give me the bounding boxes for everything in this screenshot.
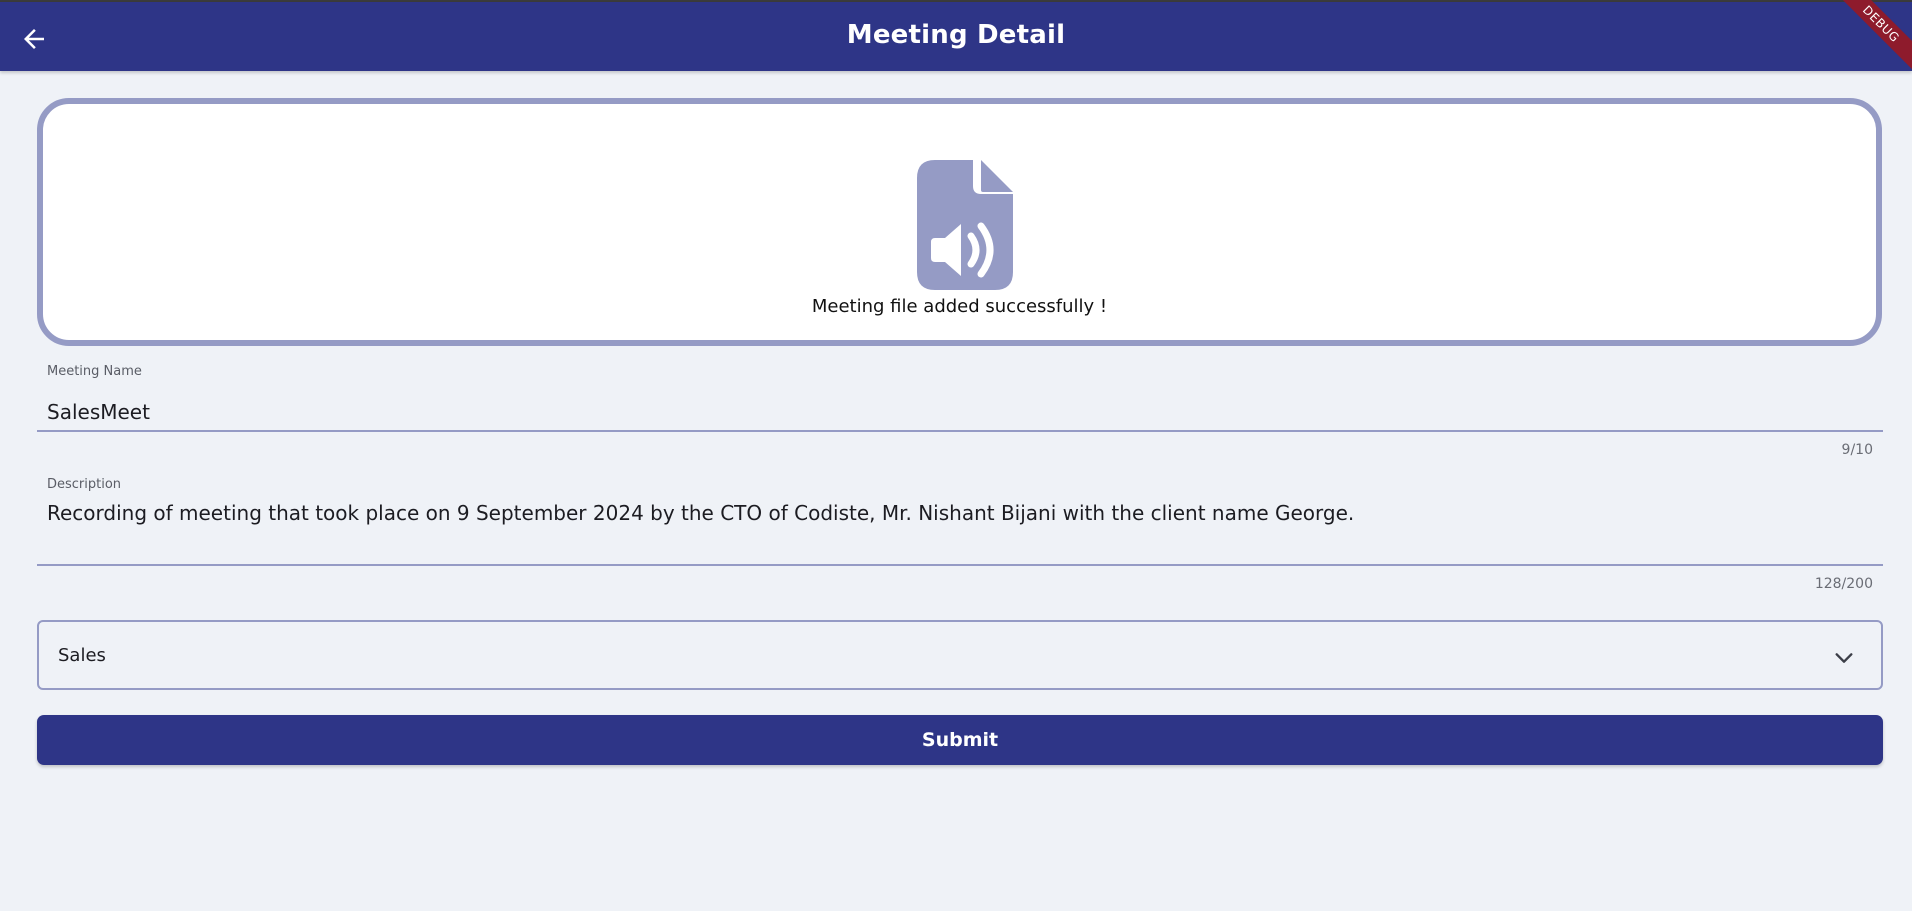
meeting-name-field[interactable]: Meeting Name 9/10 <box>37 362 1883 462</box>
meeting-name-input[interactable] <box>47 398 1867 426</box>
page-title: Meeting Detail <box>846 20 1066 50</box>
upload-success-message: Meeting file added successfully ! <box>811 296 1108 317</box>
category-selected-value: Sales <box>58 645 106 666</box>
category-dropdown[interactable]: Sales <box>37 620 1883 690</box>
app-bar: Meeting Detail <box>0 2 1912 71</box>
meeting-file-card[interactable]: Meeting file added successfully ! <box>37 98 1882 346</box>
chevron-down-icon <box>1835 653 1853 663</box>
meeting-name-counter: 9/10 <box>1841 442 1873 458</box>
meeting-name-label: Meeting Name <box>47 364 142 379</box>
description-field[interactable]: Description Recording of meeting that to… <box>37 475 1883 595</box>
meeting-name-underline <box>37 430 1883 432</box>
description-label: Description <box>47 477 122 492</box>
audio-file-icon <box>917 160 1013 290</box>
description-underline <box>37 564 1883 566</box>
description-counter: 128/200 <box>1814 576 1873 592</box>
submit-button[interactable]: Submit <box>37 715 1883 765</box>
description-input[interactable]: Recording of meeting that took place on … <box>47 499 1867 527</box>
